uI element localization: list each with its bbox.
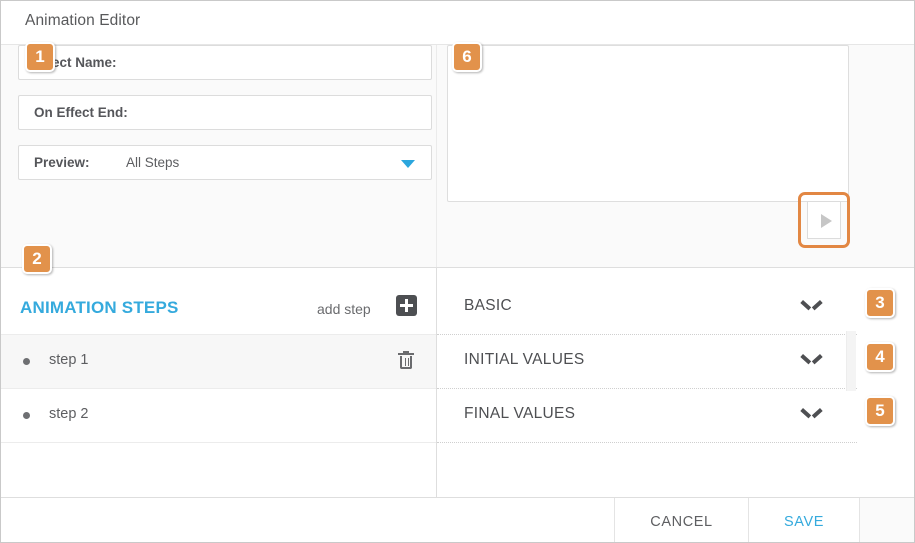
- save-button[interactable]: SAVE: [748, 498, 860, 542]
- callout-badge-5: 5: [865, 396, 895, 426]
- steps-empty-area: [1, 442, 436, 497]
- cancel-button[interactable]: CANCEL: [614, 498, 748, 542]
- step-label: step 2: [49, 406, 89, 422]
- accordion-section-final-values[interactable]: FINAL VALUES: [437, 389, 857, 443]
- preview-selected-value: All Steps: [126, 155, 180, 170]
- animation-editor-window: Animation Editor Effect Name: On Effect …: [0, 0, 915, 543]
- accordion-label: BASIC: [464, 297, 513, 314]
- chevron-down-icon[interactable]: [803, 408, 820, 418]
- preview-stage: [447, 45, 849, 202]
- effect-name-field[interactable]: Effect Name:: [18, 45, 432, 80]
- trash-body: [400, 356, 412, 369]
- accordion-section-initial-values[interactable]: INITIAL VALUES: [437, 335, 857, 389]
- cancel-button-label: CANCEL: [650, 514, 713, 530]
- chevron-down-icon[interactable]: [803, 354, 820, 364]
- callout-badge-3: 3: [865, 288, 895, 318]
- add-step-label[interactable]: add step: [317, 301, 371, 317]
- properties-accordion: BASIC INITIAL VALUES FINAL VALUES: [437, 268, 857, 497]
- list-item[interactable]: step 2: [1, 388, 436, 442]
- footer-right-filler: [860, 498, 914, 542]
- preview-label: Preview:: [34, 155, 90, 170]
- callout-badge-2: 2: [22, 244, 52, 274]
- top-vertical-divider: [436, 45, 437, 267]
- on-effect-end-field[interactable]: On Effect End:: [18, 95, 432, 130]
- chevron-down-icon[interactable]: [401, 160, 415, 168]
- preview-select[interactable]: Preview: All Steps: [18, 145, 432, 180]
- accordion-section-basic[interactable]: BASIC: [437, 281, 857, 335]
- trash-icon[interactable]: [398, 351, 414, 371]
- animation-steps-heading: ANIMATION STEPS: [20, 298, 179, 317]
- accordion-label: INITIAL VALUES: [464, 351, 585, 368]
- properties-scrollbar[interactable]: [846, 331, 856, 391]
- plus-square-icon[interactable]: [396, 295, 417, 316]
- trash-lid: [398, 353, 414, 355]
- on-effect-end-label: On Effect End:: [34, 105, 128, 120]
- accordion-label: FINAL VALUES: [464, 405, 576, 422]
- save-button-label: SAVE: [783, 514, 824, 530]
- step-label: step 1: [49, 352, 89, 368]
- callout-badge-4: 4: [865, 342, 895, 372]
- bullet-icon: [23, 412, 30, 419]
- title-bar: Animation Editor: [1, 1, 914, 44]
- page-title: Animation Editor: [25, 12, 141, 29]
- bullet-icon: [23, 358, 30, 365]
- callout-badge-1: 1: [25, 42, 55, 72]
- list-item[interactable]: step 1: [1, 334, 436, 388]
- callout-badge-6: 6: [452, 42, 482, 72]
- play-button-highlight: [798, 192, 850, 248]
- chevron-down-icon[interactable]: [803, 300, 820, 310]
- animation-steps-header: ANIMATION STEPS add step: [1, 268, 436, 334]
